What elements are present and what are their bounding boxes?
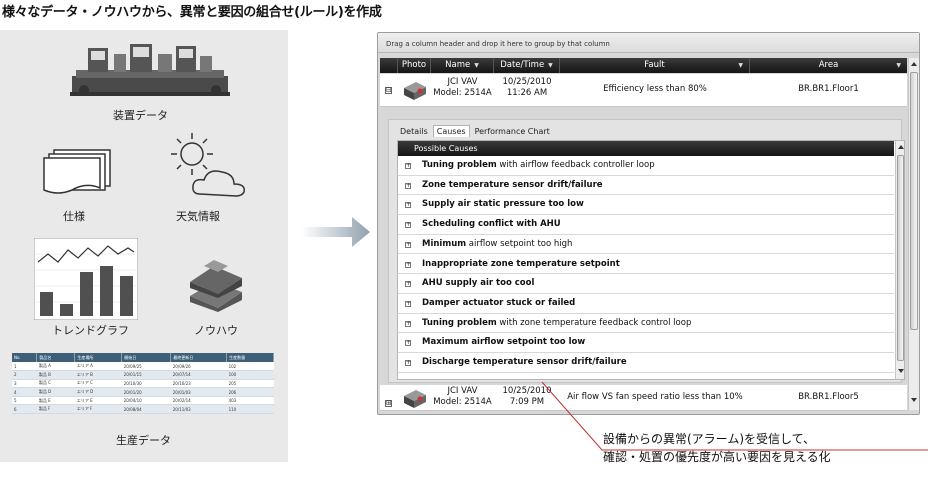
column-header-area[interactable]: Area ▼ [750, 58, 907, 73]
cause-list-item[interactable]: + Supply air static pressure too low [398, 195, 894, 216]
tab-details[interactable]: Details [397, 126, 431, 137]
expand-icon[interactable]: + [405, 281, 411, 288]
cause-list-item[interactable]: + AHU supply air too cool [398, 274, 894, 294]
production-data-label: 生産データ [116, 434, 171, 447]
production-data-table: No. 製品名 生産場所 開始日 最終更新日 生産数量 1 製品 A エリア A 20… [12, 353, 274, 415]
weather-icon [171, 133, 246, 197]
causes-scrollbar[interactable] [895, 141, 904, 379]
books-icon [190, 260, 242, 312]
table-row: 6 製品 F エリア F 20/08/04 20/11/03 110 [12, 404, 274, 415]
expand-icon[interactable]: + [405, 163, 411, 169]
table-header-no: No. [12, 353, 38, 362]
table-row: 3 製品 C エリア C 20/10/30 20/10/23 205 [12, 379, 274, 389]
cause-list-item[interactable]: + Damper actuator stuck or failed [398, 294, 894, 314]
table-header-start: 開始日 [121, 353, 172, 362]
spec-label: 仕様 [63, 210, 85, 223]
scroll-thumb[interactable] [910, 72, 918, 330]
tab-performance-chart[interactable]: Performance Chart [472, 126, 553, 137]
expand-icon[interactable]: ⊞ [385, 400, 392, 407]
expand-icon[interactable]: + [405, 340, 411, 347]
expand-icon[interactable]: + [405, 182, 411, 189]
cause-list-item[interactable]: + Maximum airflow setpoint too low [398, 333, 894, 353]
cause-list-item[interactable]: + Scheduling conflict with AHU [398, 215, 894, 235]
datetime-cell: 10/25/2010 11:26 AM [502, 77, 552, 98]
expand-icon[interactable]: + [405, 300, 411, 307]
filter-icon[interactable]: ▼ [738, 58, 743, 73]
table-header-location: 生産場所 [74, 353, 123, 362]
area-cell: BR.BR1.Floor1 [798, 84, 859, 94]
fault-diagnostics-window: Drag a column header and drop it here to… [377, 32, 920, 415]
expand-icon[interactable]: + [405, 202, 411, 209]
header-expander-column [380, 58, 398, 73]
scroll-up-icon[interactable] [898, 145, 904, 149]
vav-unit-icon [404, 390, 426, 408]
detail-tabs: Details Causes Performance Chart [397, 125, 555, 139]
table-header-quantity: 生産数量 [226, 353, 274, 362]
weather-label: 天気情報 [176, 210, 220, 223]
equipment-icon [70, 44, 230, 96]
callout-text: 設備からの異常(アラーム)を受信して、 確認・処置の優先度が高い要因を見える化 [603, 432, 831, 464]
flow-arrow-icon [302, 217, 370, 247]
collapse-icon[interactable]: ⊟ [385, 87, 392, 94]
table-row: 4 製品 D エリア D 20/01/20 20/01/03 206 [12, 387, 274, 397]
cause-list-item[interactable]: + Minimum airflow setpoint too high [398, 235, 894, 255]
expand-icon[interactable]: + [405, 320, 411, 327]
table-row: 1 製品 A エリア A 20/09/25 20/09/26 102 [12, 362, 274, 372]
column-header-photo[interactable]: Photo [398, 58, 431, 73]
column-header-fault[interactable]: Fault ▼ [560, 58, 750, 73]
group-by-bar[interactable]: Drag a column header and drop it here to… [378, 33, 919, 53]
table-row: 5 製品 E エリア E 20/04/10 20/02/14 403 [12, 396, 274, 406]
cause-list-item[interactable]: + Inappropriate zone temperature setpoint [398, 255, 894, 275]
filter-icon[interactable]: ▼ [896, 58, 901, 73]
documents-icon [43, 149, 111, 194]
possible-causes-header: Possible Causes [398, 141, 894, 156]
expand-icon[interactable]: + [405, 360, 411, 366]
grid-scrollbar[interactable] [908, 58, 919, 410]
scroll-up-icon[interactable] [911, 62, 917, 66]
table-header-product: 製品名 [36, 353, 76, 362]
scroll-down-icon[interactable] [898, 369, 904, 373]
expand-icon[interactable]: + [405, 241, 411, 248]
expand-icon[interactable]: + [405, 222, 411, 229]
data-sources-panel: 装置データ 仕様 天気情報 トレンドグラフ ノウハウ No. 製品名 生産場所 … [0, 30, 288, 462]
device-name-cell: JCI VAV Model: 2514A [433, 386, 492, 407]
cause-list-item[interactable]: + Tuning problem with zone temperature fe… [398, 314, 894, 334]
filter-icon[interactable]: ▼ [474, 62, 479, 69]
device-name-cell: JCI VAV Model: 2514A [433, 77, 492, 98]
table-row[interactable]: ⊟ JCI VAV Model: 2514A 10/25/2010 11:26 … [380, 74, 907, 107]
cause-list-item[interactable]: + Tuning problem with airflow feedback co… [398, 156, 894, 176]
expand-icon[interactable]: + [405, 261, 411, 268]
row-detail-panel: Details Causes Performance Chart Possible … [388, 119, 905, 383]
possible-causes-grid: Possible Causes + Tuning problem with air… [397, 140, 905, 380]
table-row: 2 製品 B エリア B 20/01/15 20/07/14 100 [12, 370, 274, 380]
page-headline: 様々なデータ・ノウハウから、異常と要因の組合せ(ルール)を作成 [2, 5, 382, 20]
column-header-name[interactable]: Name ▼ [431, 58, 494, 73]
trend-graph-icon [34, 238, 138, 320]
cause-list-item[interactable]: + Zone temperature sensor drift/failure [398, 176, 894, 196]
scroll-thumb[interactable] [897, 155, 904, 361]
table-header-updated: 最終更新日 [170, 353, 228, 362]
column-header-datetime[interactable]: Date/Time ▼ [494, 58, 560, 73]
cause-list-item[interactable]: + Discharge temperature sensor drift/fail… [398, 353, 894, 373]
vav-unit-icon [404, 82, 426, 100]
equipment-data-label: 装置データ [113, 109, 168, 122]
knowhow-label: ノウハウ [194, 324, 238, 337]
fault-cell: Efficiency less than 80% [603, 84, 707, 94]
grid-header: Photo Name ▼ Date/Time ▼ Fault ▼ Area ▼ [380, 58, 907, 73]
filter-icon[interactable]: ▼ [548, 62, 553, 69]
trend-graph-label: トレンドグラフ [52, 324, 129, 337]
tab-causes[interactable]: Causes [432, 125, 470, 137]
